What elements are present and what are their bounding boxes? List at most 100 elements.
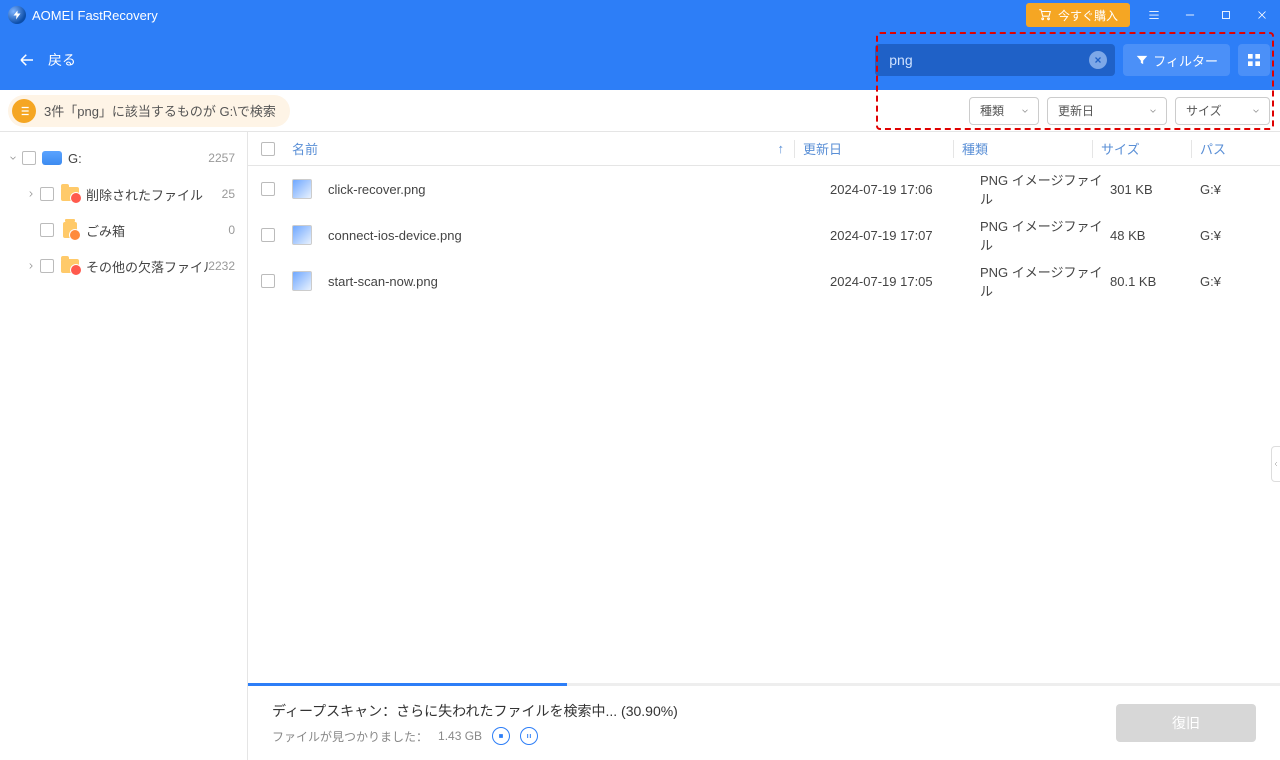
menu-button[interactable]: [1136, 0, 1172, 30]
file-type: PNG イメージファイル: [980, 216, 1110, 254]
recover-button[interactable]: 復旧: [1116, 704, 1256, 742]
checkbox[interactable]: [22, 151, 36, 165]
file-date: 2024-07-19 17:06: [830, 182, 980, 197]
back-button[interactable]: 戻る: [18, 50, 76, 70]
minimize-icon: [1183, 8, 1197, 22]
folder-icon: [60, 220, 80, 240]
file-path: G:¥: [1200, 182, 1280, 197]
header-name[interactable]: 名前 ↑: [288, 139, 794, 158]
file-row[interactable]: click-recover.png2024-07-19 17:06PNG イメー…: [248, 166, 1280, 212]
found-label: ファイルが見つかりました：: [272, 728, 428, 745]
tree-label: 削除されたファイル: [86, 185, 222, 204]
list-header: 名前 ↑ 更新日 種類 サイズ パス: [248, 132, 1280, 166]
checkbox[interactable]: [40, 223, 54, 237]
file-name: connect-ios-device.png: [328, 228, 462, 243]
x-icon: [1093, 55, 1103, 65]
filter-button[interactable]: フィルター: [1123, 44, 1230, 76]
grid-view-button[interactable]: [1238, 44, 1270, 76]
main-panel: 名前 ↑ 更新日 種類 サイズ パス click-recover.png 2024…: [248, 132, 1280, 760]
filter-label: フィルター: [1153, 51, 1218, 70]
search-input[interactable]: [887, 51, 1089, 69]
maximize-icon: [1219, 8, 1233, 22]
collapse-toggle[interactable]: [4, 153, 22, 163]
buy-label: 今すぐ購入: [1058, 7, 1118, 24]
expand-toggle[interactable]: [22, 189, 40, 199]
header-type[interactable]: 種類: [962, 139, 1092, 158]
found-size: 1.43 GB: [438, 729, 482, 743]
file-size: 48 KB: [1110, 228, 1200, 243]
checkbox[interactable]: [40, 259, 54, 273]
progress-fill: [248, 683, 567, 686]
list-rows: click-recover.png 2024-07-19 17:06 PNG イメー…: [248, 166, 1280, 683]
stop-scan-button[interactable]: [492, 727, 510, 745]
file-name: start-scan-now.png: [328, 274, 438, 289]
tree-item[interactable]: その他の欠落ファイル2232: [0, 248, 247, 284]
clear-search-button[interactable]: [1089, 51, 1107, 69]
search-box[interactable]: [875, 44, 1115, 76]
file-type: PNG イメージファイル: [980, 262, 1110, 300]
tree-count: 2257: [208, 151, 247, 165]
tree-count: 2232: [208, 259, 247, 273]
topbar: 戻る フィルター: [0, 30, 1280, 90]
file-row[interactable]: start-scan-now.png 2024-07-19 17:05PNG イメ…: [248, 258, 1280, 304]
sort-asc-icon: ↑: [778, 141, 785, 156]
file-name: click-recover.png: [328, 182, 426, 197]
stop-icon: [497, 732, 505, 740]
tree-label: G:: [68, 151, 208, 166]
scan-progress-bar: [248, 683, 1280, 686]
header-date[interactable]: 更新日: [803, 139, 953, 158]
filter-icon: [1135, 53, 1149, 67]
pause-icon: [525, 732, 533, 740]
folder-icon: [60, 256, 80, 276]
chevron-down-icon: [8, 153, 18, 163]
chevron-left-icon: [1272, 460, 1280, 468]
search-region: フィルター: [875, 44, 1270, 76]
dropdown-type[interactable]: 種類: [969, 97, 1039, 125]
back-label: 戻る: [48, 50, 76, 70]
close-icon: [1255, 8, 1269, 22]
toggle-preview-panel[interactable]: [1271, 446, 1280, 482]
folder-icon: [60, 184, 80, 204]
file-size: 80.1 KB: [1110, 274, 1200, 289]
drive-icon: [42, 148, 62, 168]
expand-toggle[interactable]: [22, 261, 40, 271]
minimize-button[interactable]: [1172, 0, 1208, 30]
tree-item[interactable]: 削除されたファイル25: [0, 176, 247, 212]
dropdown-modified[interactable]: 更新日: [1047, 97, 1167, 125]
tree-item[interactable]: ごみ箱0: [0, 212, 247, 248]
chevron-right-icon: [26, 261, 36, 271]
app-title: AOMEI FastRecovery: [32, 8, 158, 23]
tree-root-drive[interactable]: G: 2257: [0, 140, 247, 176]
chevron-down-icon: [1251, 106, 1261, 116]
search-result-info: 3件「png」に該当するものが G:\で検索: [8, 95, 290, 127]
row-checkbox[interactable]: [248, 274, 288, 288]
footer: ディープスキャン：さらに失われたファイルを検索中... (30.90%) ファイ…: [248, 686, 1280, 760]
header-checkbox[interactable]: [248, 142, 288, 156]
row-checkbox[interactable]: [248, 182, 288, 196]
body: G: 2257 削除されたファイル25ごみ箱0その他の欠落ファイル2232 名前…: [0, 132, 1280, 760]
sidebar: G: 2257 削除されたファイル25ごみ箱0その他の欠落ファイル2232: [0, 132, 248, 760]
hamburger-icon: [1147, 8, 1161, 22]
file-date: 2024-07-19 17:05: [830, 274, 980, 289]
file-date: 2024-07-19 17:07: [830, 228, 980, 243]
file-row[interactable]: connect-ios-device.png 2024-07-19 17:07PN…: [248, 212, 1280, 258]
header-path[interactable]: パス: [1200, 139, 1280, 158]
chevron-down-icon: [1020, 106, 1030, 116]
maximize-button[interactable]: [1208, 0, 1244, 30]
checkbox[interactable]: [40, 187, 54, 201]
tree-count: 25: [222, 187, 247, 201]
chevron-right-icon: [26, 189, 36, 199]
tree-label: ごみ箱: [86, 221, 228, 240]
row-checkbox[interactable]: [248, 228, 288, 242]
dropdown-size[interactable]: サイズ: [1175, 97, 1270, 125]
header-size[interactable]: サイズ: [1101, 139, 1191, 158]
buy-now-button[interactable]: 今すぐ購入: [1026, 3, 1130, 27]
list-icon: [12, 99, 36, 123]
close-button[interactable]: [1244, 0, 1280, 30]
file-thumbnail: [292, 225, 312, 245]
info-text: 3件「png」に該当するものが G:\で検索: [44, 101, 276, 120]
grid-icon: [1246, 52, 1262, 68]
cart-icon: [1038, 8, 1052, 22]
tree-label: その他の欠落ファイル: [86, 257, 208, 276]
pause-scan-button[interactable]: [520, 727, 538, 745]
